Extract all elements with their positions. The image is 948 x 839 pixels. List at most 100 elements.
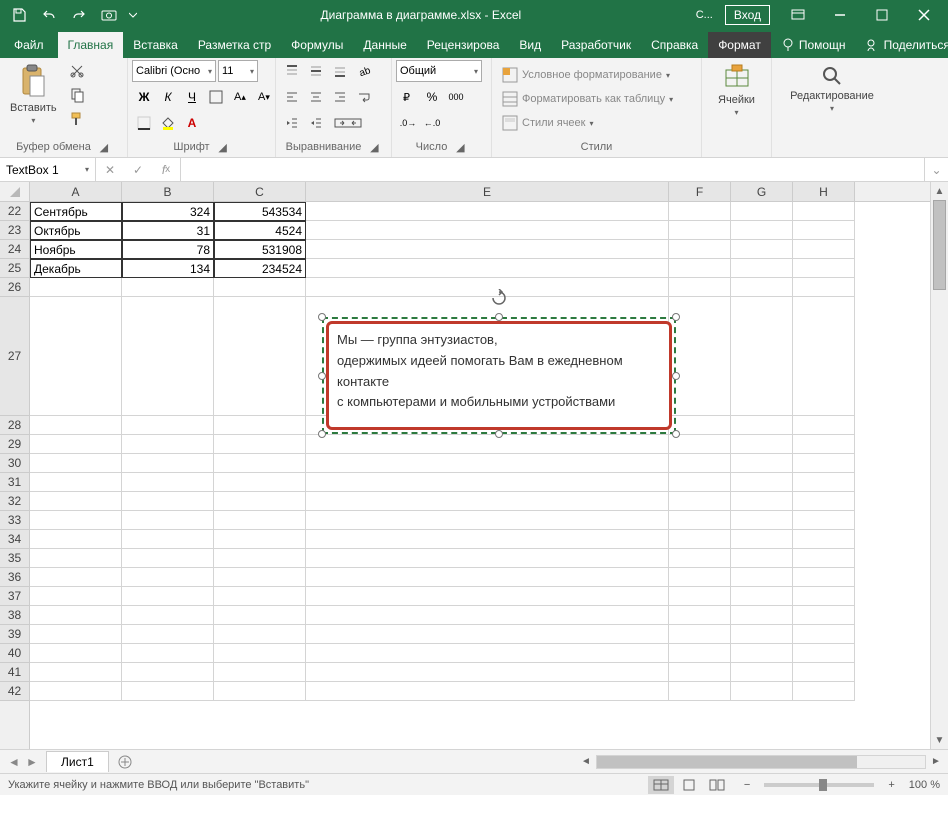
cell[interactable] (214, 587, 306, 606)
decrease-decimal-icon[interactable]: ←.0 (420, 112, 444, 134)
rotate-handle-icon[interactable] (490, 289, 508, 307)
tab-home[interactable]: Главная (58, 32, 124, 58)
camera-icon[interactable] (96, 2, 122, 28)
cell[interactable] (306, 278, 669, 297)
percent-icon[interactable]: % (420, 86, 444, 108)
cell[interactable]: 234524 (214, 259, 306, 278)
cell[interactable] (731, 454, 793, 473)
cell[interactable] (306, 454, 669, 473)
cell[interactable] (669, 278, 731, 297)
textbox-content[interactable]: Мы — группа энтузиастов, одержимых идеей… (326, 321, 672, 430)
cell[interactable] (793, 644, 855, 663)
cell[interactable] (122, 587, 214, 606)
row-header[interactable]: 38 (0, 606, 29, 625)
cell[interactable] (122, 663, 214, 682)
cell[interactable] (214, 297, 306, 416)
cell[interactable] (214, 278, 306, 297)
handle-s[interactable] (495, 430, 503, 438)
cell[interactable] (122, 530, 214, 549)
cell[interactable] (306, 682, 669, 701)
handle-ne[interactable] (672, 313, 680, 321)
cell[interactable] (669, 435, 731, 454)
currency-icon[interactable]: ₽ (396, 86, 420, 108)
cell[interactable] (214, 454, 306, 473)
cell[interactable] (669, 221, 731, 240)
cell[interactable] (306, 492, 669, 511)
cell[interactable] (214, 530, 306, 549)
cell[interactable] (122, 278, 214, 297)
cell[interactable]: 31 (122, 221, 214, 240)
cell[interactable] (731, 587, 793, 606)
column-header[interactable]: C (214, 182, 306, 201)
number-launcher-icon[interactable]: ◢ (453, 140, 467, 154)
sheet-nav-prev-icon[interactable]: ◄ (6, 755, 22, 769)
cell[interactable] (669, 663, 731, 682)
tab-share[interactable]: Поделиться (856, 32, 948, 58)
cell[interactable] (122, 644, 214, 663)
cell[interactable] (306, 625, 669, 644)
hscroll-right-icon[interactable]: ► (928, 755, 944, 769)
cell[interactable] (30, 530, 122, 549)
row-header[interactable]: 35 (0, 549, 29, 568)
hscroll-track[interactable] (596, 755, 926, 769)
minimize-icon[interactable] (820, 0, 860, 30)
cell[interactable] (122, 682, 214, 701)
cell[interactable] (30, 587, 122, 606)
cell[interactable] (793, 587, 855, 606)
column-header[interactable]: E (306, 182, 669, 201)
add-sheet-icon[interactable] (113, 752, 137, 772)
cell[interactable] (793, 625, 855, 644)
cell[interactable] (731, 644, 793, 663)
undo-icon[interactable] (36, 2, 62, 28)
cell[interactable] (30, 454, 122, 473)
cell[interactable] (669, 530, 731, 549)
tab-page-layout[interactable]: Разметка стр (188, 32, 281, 58)
cell[interactable] (793, 221, 855, 240)
redo-icon[interactable] (66, 2, 92, 28)
cancel-icon[interactable]: ✕ (96, 158, 124, 181)
cell[interactable] (306, 221, 669, 240)
cell[interactable] (306, 240, 669, 259)
handle-w[interactable] (318, 372, 326, 380)
alignment-launcher-icon[interactable]: ◢ (367, 140, 381, 154)
name-box[interactable]: TextBox 1▾ (0, 158, 96, 181)
cell[interactable] (669, 202, 731, 221)
cell[interactable] (122, 511, 214, 530)
cell[interactable] (214, 625, 306, 644)
number-format-combo[interactable]: Общий▾ (396, 60, 482, 82)
cell[interactable] (793, 202, 855, 221)
cell[interactable]: 4524 (214, 221, 306, 240)
cell[interactable] (30, 606, 122, 625)
handle-sw[interactable] (318, 430, 326, 438)
cell[interactable] (306, 663, 669, 682)
cell[interactable] (793, 259, 855, 278)
cell[interactable] (669, 682, 731, 701)
row-header[interactable]: 31 (0, 473, 29, 492)
cell[interactable] (669, 625, 731, 644)
cell[interactable] (731, 492, 793, 511)
cell[interactable] (306, 549, 669, 568)
row-header[interactable]: 34 (0, 530, 29, 549)
row-header[interactable]: 33 (0, 511, 29, 530)
handle-nw[interactable] (318, 313, 326, 321)
cell[interactable] (793, 530, 855, 549)
cell[interactable] (30, 278, 122, 297)
scroll-up-icon[interactable]: ▲ (931, 182, 948, 200)
cell[interactable] (731, 511, 793, 530)
cell[interactable]: 134 (122, 259, 214, 278)
cell[interactable] (214, 644, 306, 663)
cell[interactable] (669, 240, 731, 259)
cell[interactable] (731, 473, 793, 492)
conditional-formatting-button[interactable]: Условное форматирование▾ (496, 64, 676, 86)
row-header[interactable]: 29 (0, 435, 29, 454)
increase-indent-icon[interactable] (304, 112, 328, 134)
cell[interactable]: 543534 (214, 202, 306, 221)
cell[interactable] (30, 644, 122, 663)
comma-icon[interactable]: 000 (444, 86, 468, 108)
zoom-out-icon[interactable]: − (740, 779, 754, 791)
save-icon[interactable] (6, 2, 32, 28)
merge-center-icon[interactable] (328, 112, 368, 134)
cell[interactable] (214, 606, 306, 625)
cell[interactable] (793, 416, 855, 435)
cell[interactable] (793, 606, 855, 625)
